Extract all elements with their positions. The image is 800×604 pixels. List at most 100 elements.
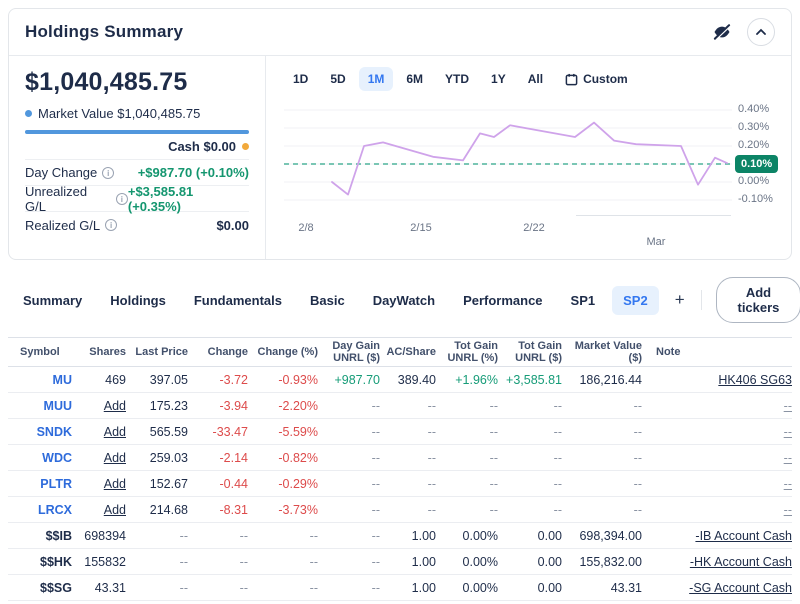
performance-chart[interactable]: 0.40% 0.30% 0.20% 0.10% 0.00% -0.10% 2/8 2/15 2/… (284, 102, 791, 252)
value-cell: -- (436, 470, 498, 497)
value-cell: -- (126, 574, 188, 601)
symbol-cell[interactable]: MUU (8, 392, 72, 419)
tab-holdings[interactable]: Holdings (99, 286, 177, 315)
custom-range-button[interactable]: Custom (556, 67, 637, 91)
value-cell: -33.47 (188, 418, 248, 445)
value-cell: 0.00% (436, 574, 498, 601)
add-tickers-button[interactable]: Add tickers (716, 277, 800, 323)
note-cell: -HK Account Cash (642, 548, 792, 575)
value-cell: -2.20% (248, 392, 318, 419)
info-icon[interactable]: i (105, 219, 118, 231)
range-button-ytd[interactable]: YTD (436, 67, 478, 91)
symbol-cell[interactable]: SNDK (8, 418, 72, 445)
tab-fundamentals[interactable]: Fundamentals (183, 286, 293, 315)
table-row: WDC Add 259.03 -2.14 -0.82% -- -- -- -- -- -- (8, 444, 792, 471)
range-button-1d[interactable]: 1D (284, 67, 317, 91)
value-cell: 155832 (72, 548, 126, 575)
tab-summary[interactable]: Summary (12, 286, 93, 315)
value-cell: -- (188, 574, 248, 601)
y-axis-tick: 0.20% (738, 139, 770, 151)
column-header[interactable]: Change (188, 337, 248, 367)
symbol-cell[interactable]: WDC (8, 444, 72, 471)
tab-basic[interactable]: Basic (299, 286, 356, 315)
symbol-cell[interactable]: MU (8, 366, 72, 393)
table-row: MUU Add 175.23 -3.94 -2.20% -- -- -- -- -- -- (8, 392, 792, 419)
value-cell: -- (126, 548, 188, 575)
value-cell: -- (380, 496, 436, 523)
x-axis-tick: 2/15 (410, 222, 432, 234)
line-chart-plot[interactable] (284, 102, 732, 217)
current-value-badge: 0.10% (735, 155, 779, 173)
column-header[interactable]: Shares (72, 337, 126, 367)
column-header[interactable]: Note (642, 337, 792, 367)
column-header[interactable]: Last Price (126, 337, 188, 367)
column-header[interactable]: Market Value ($) (562, 337, 642, 367)
x-axis-tick: Mar (646, 236, 666, 248)
note-link[interactable]: -IB Account Cash (695, 529, 792, 543)
note-link[interactable]: -- (784, 425, 792, 439)
add-shares-link[interactable]: Add (72, 470, 126, 497)
add-shares-link[interactable]: Add (72, 392, 126, 419)
table-row: $$SG 43.31 -- -- -- -- 1.00 0.00% 0.00 43.31 -SG A… (8, 574, 792, 601)
range-button-1y[interactable]: 1Y (482, 67, 515, 91)
note-link[interactable]: -HK Account Cash (690, 555, 792, 569)
value-cell: -- (248, 548, 318, 575)
value-cell: +3,585.81 (498, 366, 562, 393)
value-cell: -3.94 (188, 392, 248, 419)
column-header[interactable]: Tot Gain UNRL (%) (436, 337, 498, 367)
value-cell: 259.03 (126, 444, 188, 471)
y-axis-tick: 0.40% (738, 102, 770, 115)
value-cell: 175.23 (126, 392, 188, 419)
column-header[interactable]: Change (%) (248, 337, 318, 367)
tab-performance[interactable]: Performance (452, 286, 553, 315)
value-cell: -- (436, 496, 498, 523)
tab-sp1[interactable]: SP1 (560, 286, 607, 315)
holdings-summary-card: Holdings Summary $1,040,485.75 Market Va… (8, 8, 792, 260)
note-link[interactable]: HK406 SG63 (718, 373, 792, 387)
value-cell: -0.44 (188, 470, 248, 497)
range-button-1m[interactable]: 1M (358, 67, 394, 91)
info-icon[interactable]: i (102, 166, 115, 179)
market-value-legend: Market Value $1,040,485.75 (38, 106, 201, 121)
value-cell: -- (188, 522, 248, 549)
note-cell: -- (642, 444, 792, 471)
market-value-dot-icon (25, 110, 32, 117)
note-link[interactable]: -- (784, 451, 792, 465)
summary-row: Day Change i +$987.70 (+0.10%) (25, 160, 249, 186)
value-cell: -0.82% (248, 444, 318, 471)
column-header[interactable]: Symbol (8, 337, 72, 367)
summary-row: Realized G/L i $0.00 (25, 212, 249, 238)
note-link[interactable]: -SG Account Cash (689, 581, 792, 595)
range-button-6m[interactable]: 6M (397, 67, 432, 91)
note-cell: -- (642, 496, 792, 523)
x-axis-tick: 2/22 (523, 222, 545, 234)
eye-off-icon[interactable] (711, 21, 733, 43)
info-icon[interactable]: i (115, 192, 128, 205)
time-range-selector: 1D 5D 1M 6M YTD 1Y All Custom (284, 64, 791, 94)
symbol-cell[interactable]: PLTR (8, 470, 72, 497)
column-header[interactable]: AC/Share (380, 337, 436, 367)
value-cell: 0.00 (498, 574, 562, 601)
value-cell: 0.00 (498, 522, 562, 549)
symbol-cell[interactable]: LRCX (8, 496, 72, 523)
note-cell: HK406 SG63 (642, 366, 792, 393)
month-axis-line (576, 215, 731, 216)
collapse-button[interactable] (747, 18, 775, 46)
value-cell: -8.31 (188, 496, 248, 523)
tab-sp2[interactable]: SP2 (612, 285, 659, 315)
range-button-all[interactable]: All (519, 67, 552, 91)
table-header-row: Symbol Shares Last Price Change Change (%) Da… (8, 337, 792, 367)
value-cell: 1.00 (380, 522, 436, 549)
add-tab-button[interactable]: + (665, 288, 695, 312)
column-header[interactable]: Tot Gain UNRL ($) (498, 337, 562, 367)
add-shares-link[interactable]: Add (72, 444, 126, 471)
add-shares-link[interactable]: Add (72, 418, 126, 445)
note-link[interactable]: -- (784, 477, 792, 491)
range-button-5d[interactable]: 5D (321, 67, 354, 91)
column-header[interactable]: Day Gain UNRL ($) (318, 337, 380, 367)
note-link[interactable]: -- (784, 399, 792, 413)
tab-daywatch[interactable]: DayWatch (362, 286, 446, 315)
add-shares-link[interactable]: Add (72, 496, 126, 523)
note-link[interactable]: -- (784, 503, 792, 517)
chart-pane: 1D 5D 1M 6M YTD 1Y All Custom 0.40% 0.30% 0.20% 0… (266, 56, 791, 259)
